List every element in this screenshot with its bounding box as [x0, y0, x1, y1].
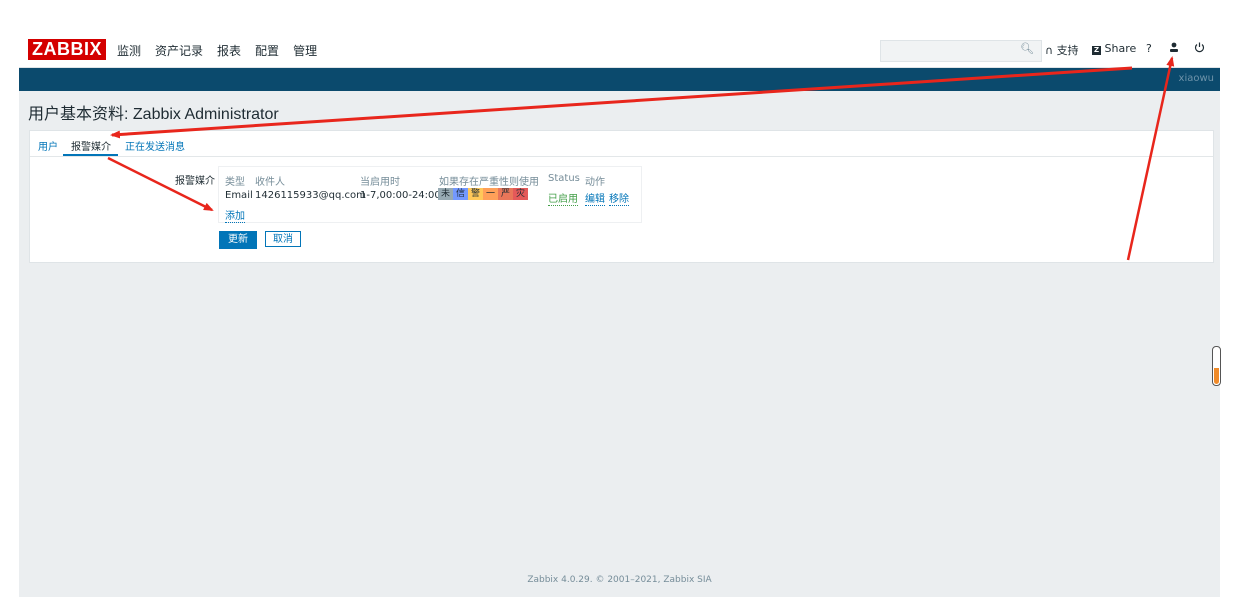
annotation-arrow-to-profile-icon [1126, 56, 1175, 261]
annotation-arrow-to-media-tab [110, 66, 1133, 139]
annotation-arrow-to-add-link [107, 156, 214, 212]
annotation-arrows [107, 56, 1175, 261]
